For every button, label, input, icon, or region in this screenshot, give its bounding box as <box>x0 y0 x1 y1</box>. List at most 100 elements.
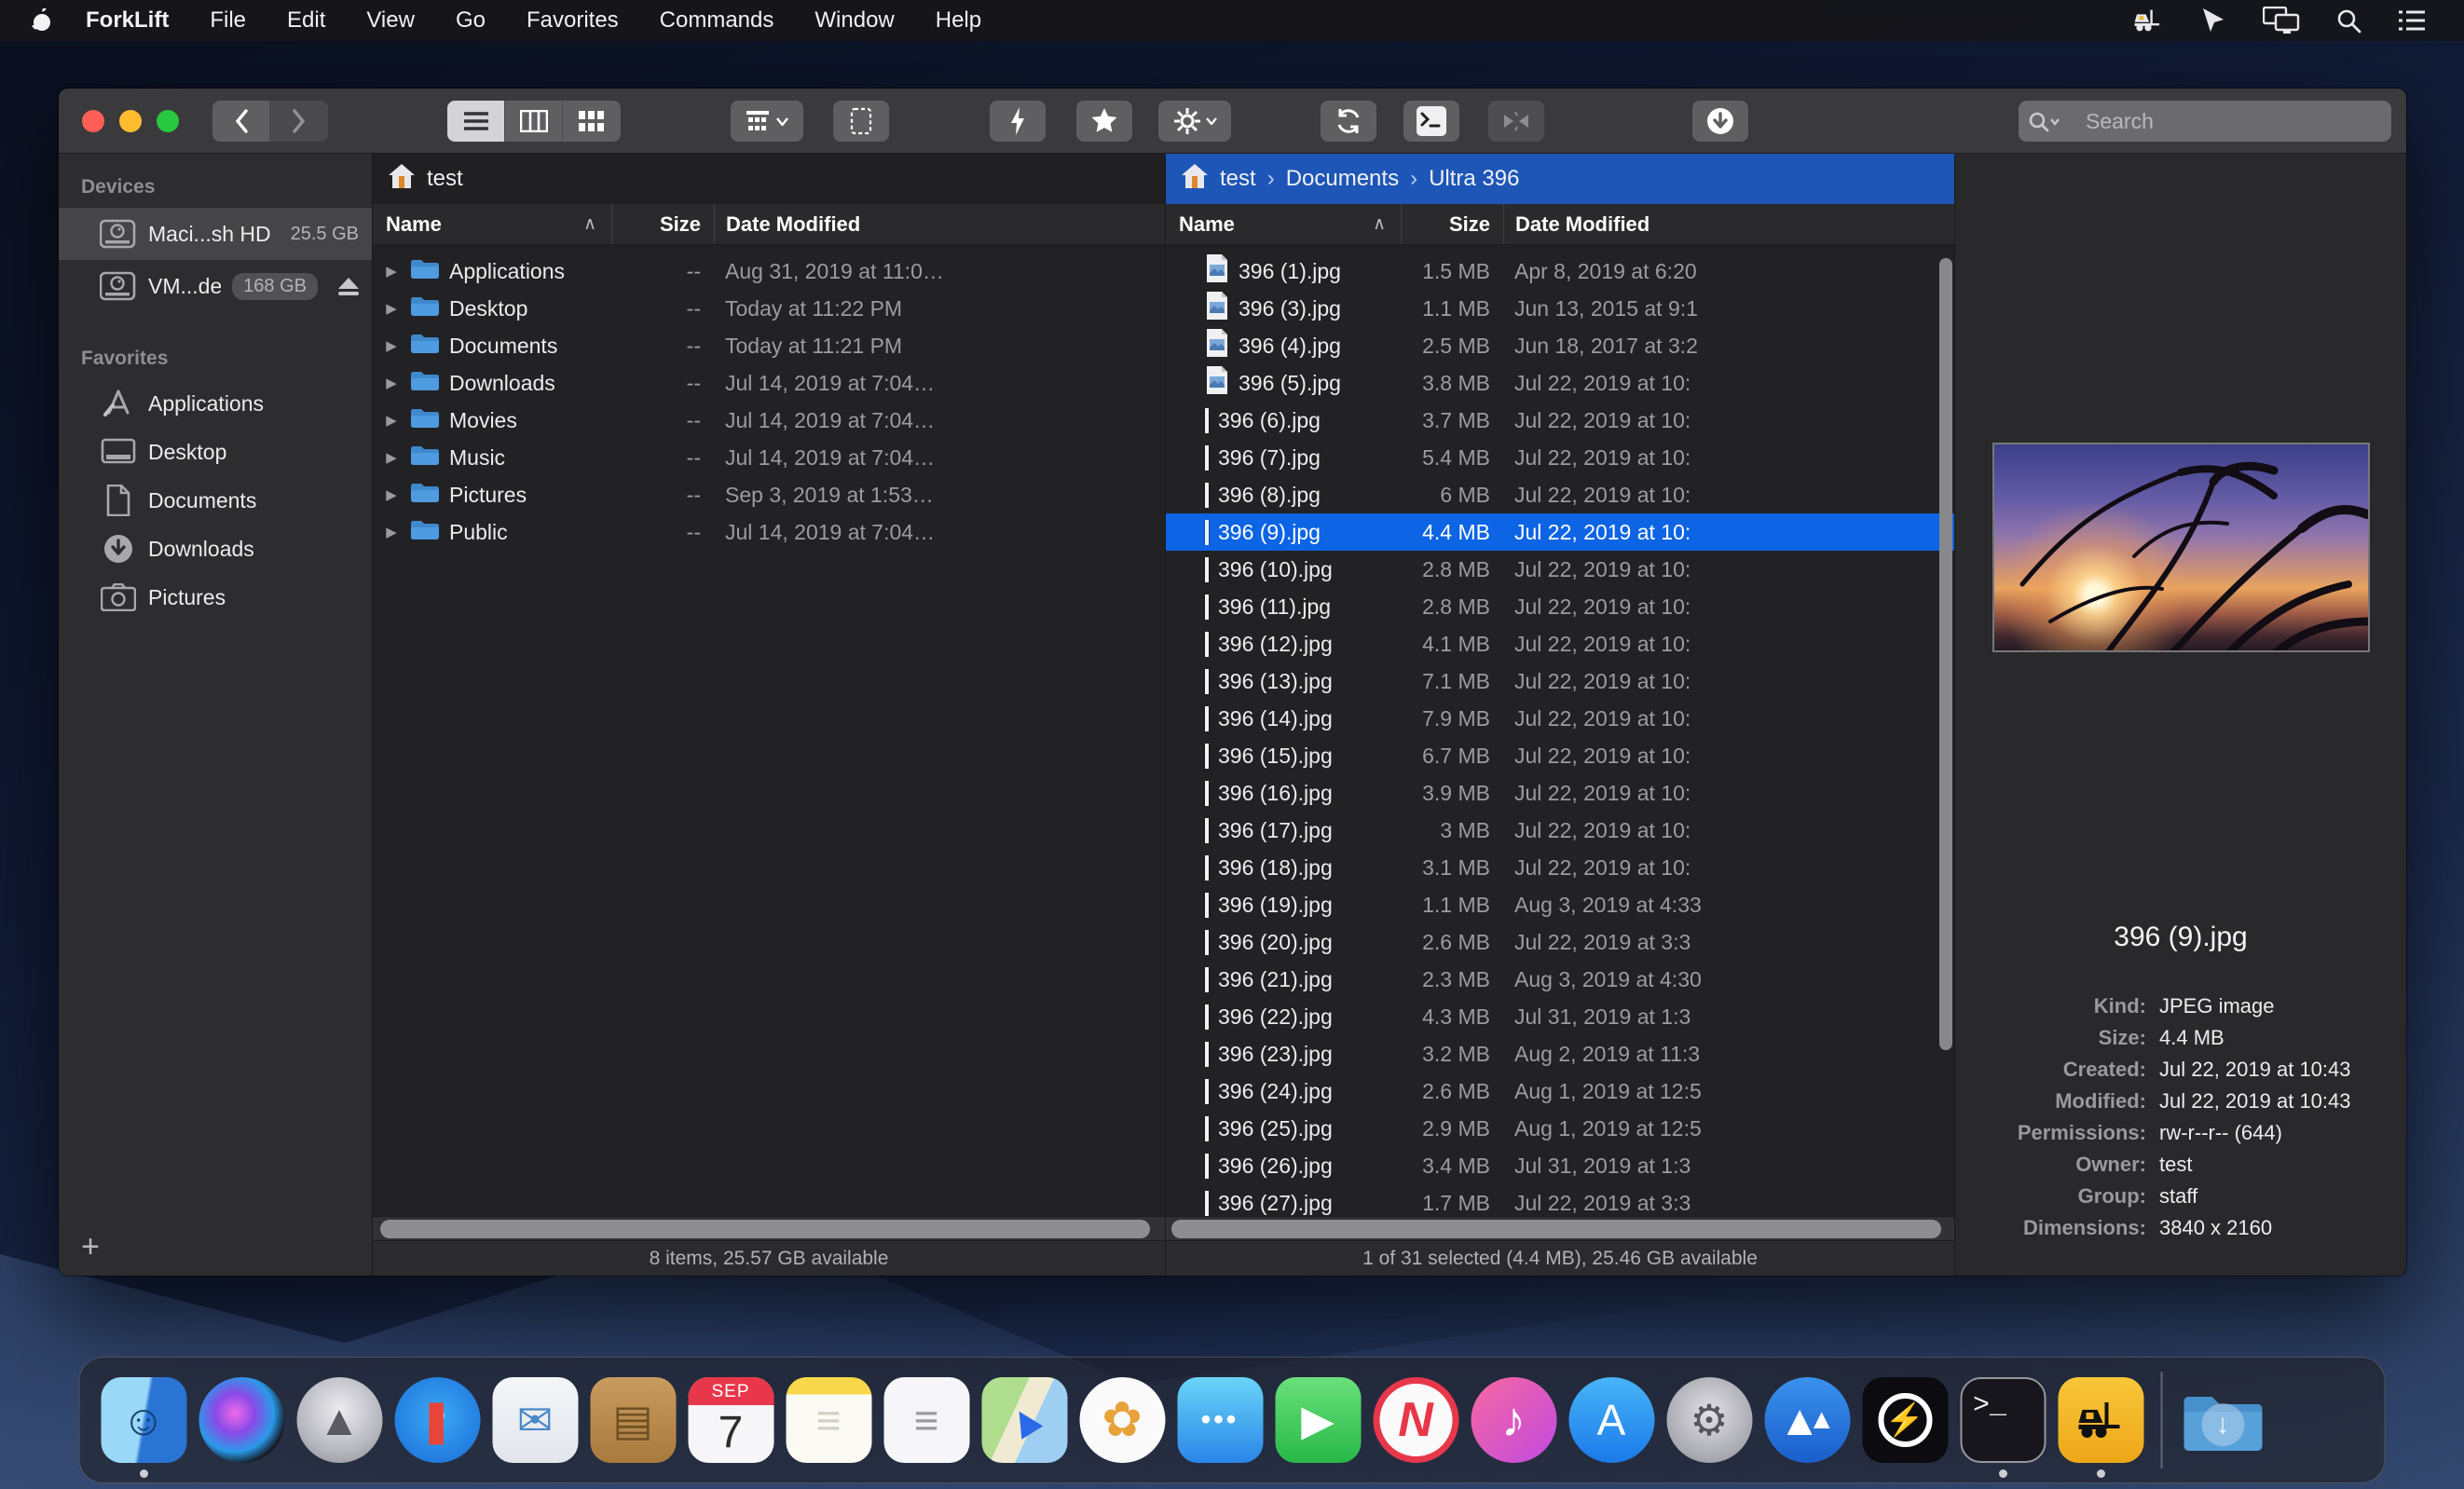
dock-item-parallels-client[interactable]: ⚡ <box>1856 1360 1954 1480</box>
menu-item-favorites[interactable]: Favorites <box>506 0 639 41</box>
dock-item-notes[interactable]: ≡ <box>780 1360 878 1480</box>
file-row[interactable]: 396 (7).jpg 5.4 MB Jul 22, 2019 at 10: <box>1166 439 1954 476</box>
file-row[interactable]: ▶Pictures -- Sep 3, 2019 at 1:53… <box>373 476 1165 513</box>
scrollbar-thumb[interactable] <box>1171 1220 1941 1238</box>
back-button[interactable] <box>212 101 270 142</box>
forward-button[interactable] <box>270 101 328 142</box>
merge-button[interactable] <box>1488 101 1544 142</box>
forklift-menu-icon[interactable] <box>2132 7 2164 34</box>
sidebar-item-vmders[interactable]: VM...ders 168 GB <box>59 260 372 312</box>
file-row[interactable]: 396 (5).jpg 3.8 MB Jul 22, 2019 at 10: <box>1166 364 1954 402</box>
search-input[interactable] <box>2019 101 2391 142</box>
file-row[interactable]: 396 (1).jpg 1.5 MB Apr 8, 2019 at 6:20 <box>1166 253 1954 290</box>
disclosure-triangle-icon[interactable]: ▶ <box>382 486 401 503</box>
file-row[interactable]: 396 (10).jpg 2.8 MB Jul 22, 2019 at 10: <box>1166 551 1954 588</box>
file-row[interactable]: 396 (26).jpg 3.4 MB Jul 31, 2019 at 1:3 <box>1166 1147 1954 1184</box>
breadcrumb-item[interactable]: Documents <box>1286 166 1399 192</box>
file-row[interactable]: 396 (13).jpg 7.1 MB Jul 22, 2019 at 10: <box>1166 663 1954 700</box>
dock-item-reminders[interactable]: ≡ <box>878 1360 976 1480</box>
file-row[interactable]: 396 (19).jpg 1.1 MB Aug 3, 2019 at 4:33 <box>1166 886 1954 923</box>
file-row[interactable]: ▶Applications -- Aug 31, 2019 at 11:0… <box>373 253 1165 290</box>
column-date-modified[interactable]: Date Modified <box>1503 204 1954 244</box>
spotlight-search-icon[interactable] <box>2335 7 2361 34</box>
column-view-button[interactable] <box>505 101 563 142</box>
file-row[interactable]: ▶Documents -- Today at 11:21 PM <box>373 327 1165 364</box>
apple-menu-icon[interactable] <box>0 8 65 33</box>
menu-item-go[interactable]: Go <box>435 0 506 41</box>
zoom-button[interactable] <box>157 110 179 132</box>
column-name[interactable]: Name ∧ <box>1166 212 1401 237</box>
actions-gear-button[interactable] <box>1158 101 1231 142</box>
sidebar-item-desktop[interactable]: Desktop <box>59 428 372 476</box>
file-row[interactable]: 396 (22).jpg 4.3 MB Jul 31, 2019 at 1:3 <box>1166 998 1954 1035</box>
column-size[interactable]: Size <box>1401 204 1503 244</box>
column-name[interactable]: Name ∧ <box>373 212 611 237</box>
minimize-button[interactable] <box>119 110 142 132</box>
file-row[interactable]: 396 (6).jpg 3.7 MB Jul 22, 2019 at 10: <box>1166 402 1954 439</box>
dock-item-appstore[interactable]: A <box>1563 1360 1661 1480</box>
file-row[interactable]: 396 (25).jpg 2.9 MB Aug 1, 2019 at 12:5 <box>1166 1110 1954 1147</box>
dock-item-safari[interactable]: ◆ <box>389 1360 486 1480</box>
file-row[interactable]: ▶Desktop -- Today at 11:22 PM <box>373 290 1165 327</box>
disclosure-triangle-icon[interactable]: ▶ <box>382 412 401 429</box>
left-horizontal-scrollbar[interactable] <box>373 1216 1165 1240</box>
dock-item-contacts[interactable]: ▤ <box>584 1360 682 1480</box>
file-row[interactable]: ▶Music -- Jul 14, 2019 at 7:04… <box>373 439 1165 476</box>
dock-item-news[interactable]: N <box>1367 1360 1465 1480</box>
file-row[interactable]: 396 (14).jpg 7.9 MB Jul 22, 2019 at 10: <box>1166 700 1954 737</box>
sync-button[interactable] <box>1321 101 1376 142</box>
terminal-button[interactable] <box>1403 101 1459 142</box>
dock-item-downloads[interactable]: ↓ <box>2174 1360 2272 1480</box>
sidebar-item-downloads[interactable]: Downloads <box>59 525 372 573</box>
file-row[interactable]: 396 (3).jpg 1.1 MB Jun 13, 2015 at 9:1 <box>1166 290 1954 327</box>
menu-item-file[interactable]: File <box>189 0 267 41</box>
dock-item-mail[interactable]: ✉ <box>486 1360 584 1480</box>
disclosure-triangle-icon[interactable]: ▶ <box>382 449 401 466</box>
close-button[interactable] <box>82 110 104 132</box>
pointer-menu-icon[interactable] <box>2199 7 2227 34</box>
list-view-button[interactable] <box>447 101 505 142</box>
file-row[interactable]: 396 (23).jpg 3.2 MB Aug 2, 2019 at 11:3 <box>1166 1035 1954 1072</box>
eject-icon[interactable] <box>338 278 359 295</box>
file-row[interactable]: 396 (9).jpg 4.4 MB Jul 22, 2019 at 10: <box>1166 513 1954 551</box>
file-row[interactable]: 396 (16).jpg 3.9 MB Jul 22, 2019 at 10: <box>1166 774 1954 812</box>
dock-item-finder[interactable]: ☺ <box>95 1360 193 1480</box>
file-row[interactable]: 396 (24).jpg 2.6 MB Aug 1, 2019 at 12:5 <box>1166 1072 1954 1110</box>
menu-item-forklift[interactable]: ForkLift <box>65 0 189 41</box>
menu-item-commands[interactable]: Commands <box>639 0 795 41</box>
breadcrumb-item[interactable]: Ultra 396 <box>1429 166 1519 192</box>
sidebar-item-pictures[interactable]: Pictures <box>59 573 372 622</box>
file-row[interactable]: 396 (15).jpg 6.7 MB Jul 22, 2019 at 10: <box>1166 737 1954 774</box>
list-menu-icon[interactable] <box>2397 8 2427 33</box>
sidebar-item-macishhd[interactable]: Maci...sh HD 25.5 GB <box>59 208 372 260</box>
image-preview[interactable] <box>1992 443 2370 652</box>
file-row[interactable]: 396 (27).jpg 1.7 MB Jul 22, 2019 at 3:3 <box>1166 1184 1954 1216</box>
select-button[interactable] <box>833 101 889 142</box>
right-path-bar[interactable]: test›Documents›Ultra 396 <box>1166 154 1954 204</box>
disclosure-triangle-icon[interactable]: ▶ <box>382 524 401 540</box>
dock-item-itunes[interactable]: ♪ <box>1465 1360 1563 1480</box>
left-path-bar[interactable]: test <box>373 154 1165 204</box>
file-row[interactable]: ▶Movies -- Jul 14, 2019 at 7:04… <box>373 402 1165 439</box>
right-horizontal-scrollbar[interactable] <box>1166 1216 1954 1240</box>
disclosure-triangle-icon[interactable]: ▶ <box>382 300 401 317</box>
dock-item-photos[interactable]: ✿ <box>1074 1360 1171 1480</box>
disclosure-triangle-icon[interactable]: ▶ <box>382 337 401 354</box>
dock-item-terminal[interactable]: >_ <box>1954 1360 2052 1480</box>
menu-item-window[interactable]: Window <box>794 0 914 41</box>
file-row[interactable]: ▶Public -- Jul 14, 2019 at 7:04… <box>373 513 1165 551</box>
dock-item-launchpad[interactable]: ▲ <box>291 1360 389 1480</box>
add-favorite-button[interactable]: + <box>74 1231 107 1264</box>
column-size[interactable]: Size <box>611 204 714 244</box>
icon-view-button[interactable] <box>563 101 621 142</box>
file-row[interactable]: 396 (21).jpg 2.3 MB Aug 3, 2019 at 4:30 <box>1166 961 1954 998</box>
menu-item-help[interactable]: Help <box>915 0 1002 41</box>
sidebar-item-applications[interactable]: Applications <box>59 379 372 428</box>
dock-item-messages[interactable]: ••• <box>1171 1360 1269 1480</box>
displays-menu-icon[interactable] <box>2263 7 2300 34</box>
dock-item-system-preferences[interactable]: ⚙ <box>1661 1360 1759 1480</box>
dock-item-forklift[interactable] <box>2052 1360 2150 1480</box>
dock-item-calendar[interactable]: SEP7 <box>682 1360 780 1480</box>
right-vertical-scrollbar[interactable] <box>1939 258 1952 1050</box>
dock-item-maps[interactable]: ▲ <box>976 1360 1074 1480</box>
